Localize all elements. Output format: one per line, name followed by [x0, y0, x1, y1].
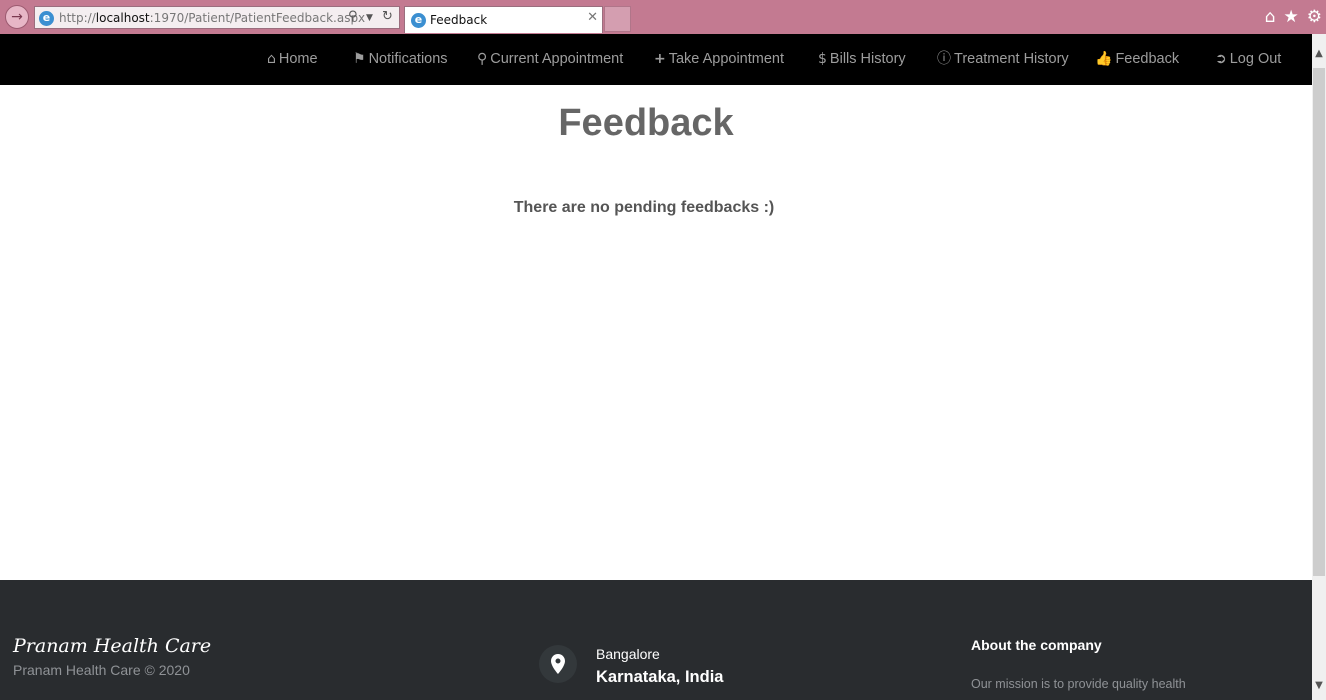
favorites-star-icon[interactable]: ★ [1284, 6, 1299, 28]
scrollbar-thumb[interactable] [1313, 68, 1325, 576]
nav-feedback[interactable]: 👍 Feedback [1095, 34, 1179, 85]
nav-current-appointment-label: Current Appointment [490, 51, 624, 67]
back-arrow-icon[interactable]: → [5, 5, 29, 29]
site-footer: Pranam Health Care Pranam Health Care © … [0, 580, 1312, 700]
search-icon[interactable]: ⚲ [348, 9, 358, 24]
home-icon: ⌂ [267, 51, 276, 67]
address-bar[interactable]: e http://localhost:1970/Patient/PatientF… [34, 6, 400, 29]
nav-bills-history[interactable]: $ Bills History [818, 34, 906, 85]
footer-brand: Pranam Health Care [13, 635, 212, 657]
empty-state-message: There are no pending feedbacks :) [513, 199, 775, 216]
address-url[interactable]: http://localhost:1970/Patient/PatientFee… [59, 11, 365, 25]
nav-log-out-label: Log Out [1229, 51, 1282, 67]
browser-tab-feedback[interactable]: e Feedback ✕ [404, 6, 603, 33]
home-icon[interactable]: ⌂ [1265, 6, 1276, 28]
nav-treatment-history-label: Treatment History [954, 51, 1069, 67]
footer-region: Karnataka, India [596, 668, 724, 686]
nav-log-out[interactable]: ➲ Log Out [1215, 34, 1281, 85]
nav-home[interactable]: ⌂ Home [267, 34, 318, 85]
settings-gear-icon[interactable]: ⚙ [1307, 6, 1322, 28]
dropdown-arrow-icon[interactable]: ▼ [366, 13, 373, 23]
ie-tab-icon: e [411, 13, 426, 28]
url-path: :1970/Patient/PatientFeedback.aspx [149, 11, 366, 25]
url-host: localhost [95, 11, 150, 25]
map-marker-icon [539, 645, 577, 683]
footer-city: Bangalore [596, 646, 660, 662]
nav-take-appointment[interactable]: + Take Appointment [654, 34, 784, 85]
site-navbar: ⌂ Home ⚑ Notifications ⚲ Current Appointmen… [0, 34, 1312, 85]
nav-bills-history-label: Bills History [829, 51, 906, 67]
log-in-icon: ➲ [1215, 51, 1227, 67]
refresh-icon[interactable]: ↻ [382, 9, 393, 24]
nav-home-label: Home [278, 51, 318, 67]
nav-notifications-label: Notifications [368, 51, 448, 67]
scroll-up-icon[interactable]: ▲ [1312, 48, 1326, 59]
ie-logo-icon: e [39, 11, 54, 26]
plus-icon: + [654, 51, 666, 67]
scroll-down-icon[interactable]: ▼ [1312, 680, 1326, 691]
info-icon: ⓘ [937, 51, 951, 67]
new-tab-button[interactable] [604, 6, 631, 32]
nav-notifications[interactable]: ⚑ Notifications [353, 34, 448, 85]
tab-title: Feedback [430, 13, 488, 27]
footer-copyright: Pranam Health Care © 2020 [13, 662, 190, 678]
url-scheme: http:// [59, 11, 96, 25]
page-title: Feedback [558, 102, 734, 144]
footer-about-title: About the company [971, 637, 1102, 653]
footer-about-text: Our mission is to provide quality health [971, 677, 1186, 691]
browser-toolbar: → e http://localhost:1970/Patient/Patien… [0, 0, 1326, 34]
search-icon: ⚲ [477, 51, 488, 67]
nav-treatment-history[interactable]: ⓘ Treatment History [937, 34, 1069, 85]
browser-tools: ⌂ ★ ⚙ [1265, 6, 1322, 28]
close-tab-icon[interactable]: ✕ [587, 10, 598, 25]
thumbs-up-icon: 👍 [1095, 51, 1113, 67]
vertical-scrollbar[interactable]: ▲ ▼ [1312, 34, 1326, 700]
dollar-icon: $ [818, 51, 827, 67]
flag-icon: ⚑ [353, 51, 366, 67]
nav-take-appointment-label: Take Appointment [668, 51, 785, 67]
nav-current-appointment[interactable]: ⚲ Current Appointment [477, 34, 623, 85]
nav-feedback-label: Feedback [1115, 51, 1180, 67]
